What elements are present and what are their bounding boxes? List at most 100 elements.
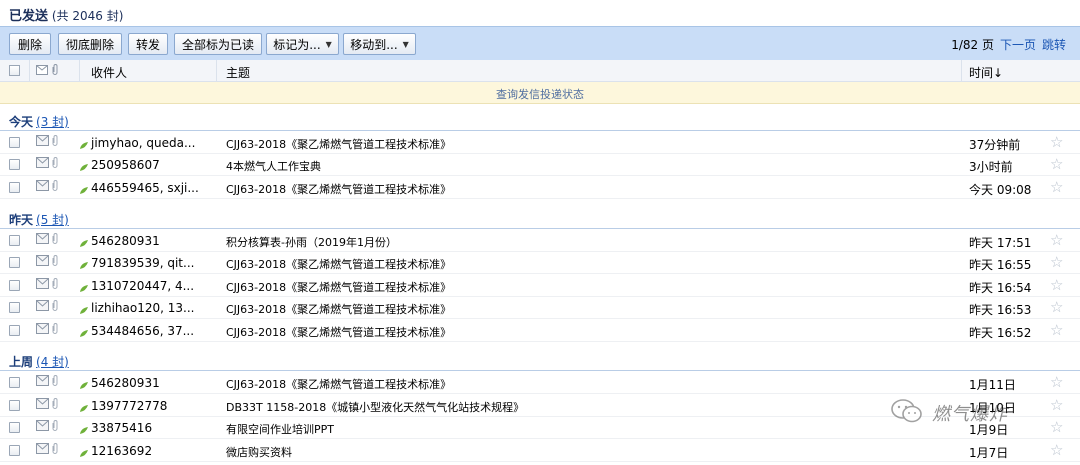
subject-link[interactable]: CJJ63-2018《聚乙烯燃气管道工程技术标准》 bbox=[226, 256, 451, 272]
star-icon[interactable]: ☆ bbox=[1050, 276, 1063, 294]
time: 昨天 17:51 bbox=[969, 236, 1032, 250]
subject-link[interactable]: 微店购买资料 bbox=[226, 444, 292, 460]
delete-button[interactable]: 删除 bbox=[9, 33, 51, 55]
toolbar: 删除 彻底删除 转发 全部标为已读 标记为... ▼ 移动到... ▼ 1/82 页… bbox=[0, 26, 1080, 60]
column-recipient[interactable]: 收件人 bbox=[91, 64, 127, 81]
column-subject[interactable]: 主题 bbox=[226, 64, 250, 81]
paperclip-icon bbox=[52, 278, 58, 292]
green-dot-icon bbox=[80, 447, 88, 457]
star-icon[interactable]: ☆ bbox=[1050, 396, 1063, 414]
subject-link[interactable]: CJJ63-2018《聚乙烯燃气管道工程技术标准》 bbox=[226, 279, 451, 295]
chevron-down-icon: ▼ bbox=[325, 39, 332, 49]
star-icon[interactable]: ☆ bbox=[1050, 373, 1063, 391]
group-header-last-week: 上周 (4 封) bbox=[0, 348, 1080, 371]
star-icon[interactable]: ☆ bbox=[1050, 418, 1063, 436]
star-icon[interactable]: ☆ bbox=[1050, 321, 1063, 339]
page-info: 1/82 页 bbox=[951, 38, 994, 52]
star-icon[interactable]: ☆ bbox=[1050, 298, 1063, 316]
row-checkbox[interactable] bbox=[9, 280, 20, 291]
green-dot-icon bbox=[80, 259, 88, 269]
mail-row[interactable]: 546280931 积分核算表-孙雨（2019年1月份） 昨天 17:51 ☆ bbox=[0, 230, 1080, 252]
envelope-icon bbox=[36, 398, 49, 412]
row-checkbox[interactable] bbox=[9, 302, 20, 313]
mail-row[interactable]: 446559465, sxji... CJJ63-2018《聚乙烯燃气管道工程技… bbox=[0, 177, 1080, 199]
row-checkbox[interactable] bbox=[9, 377, 20, 388]
row-checkbox[interactable] bbox=[9, 257, 20, 268]
paperclip-icon bbox=[52, 180, 58, 194]
recipient: 791839539, qit... bbox=[91, 256, 195, 270]
group-header-yesterday: 昨天 (5 封) bbox=[0, 206, 1080, 229]
subject-link[interactable]: 4本燃气人工作宝典 bbox=[226, 158, 321, 174]
mail-row[interactable]: 12163692 微店购买资料 1月7日 ☆ bbox=[0, 440, 1080, 462]
mark-as-dropdown[interactable]: 标记为... ▼ bbox=[266, 33, 339, 55]
green-dot-icon bbox=[80, 184, 88, 194]
envelope-icon bbox=[36, 135, 49, 149]
row-checkbox[interactable] bbox=[9, 182, 20, 193]
recipient: 250958607 bbox=[91, 158, 160, 172]
star-icon[interactable]: ☆ bbox=[1050, 441, 1063, 459]
envelope-icon bbox=[36, 64, 48, 78]
star-icon[interactable]: ☆ bbox=[1050, 178, 1063, 196]
star-icon[interactable]: ☆ bbox=[1050, 155, 1063, 173]
subject-link[interactable]: 有限空间作业培训PPT bbox=[226, 421, 334, 437]
mail-row[interactable]: 791839539, qit... CJJ63-2018《聚乙烯燃气管道工程技术… bbox=[0, 252, 1080, 274]
time: 1月7日 bbox=[969, 446, 1009, 460]
star-icon[interactable]: ☆ bbox=[1050, 133, 1063, 151]
mail-row[interactable]: 546280931 CJJ63-2018《聚乙烯燃气管道工程技术标准》 1月11… bbox=[0, 372, 1080, 394]
recipient: lizhihao120, 13... bbox=[91, 301, 195, 315]
subject-link[interactable]: CJJ63-2018《聚乙烯燃气管道工程技术标准》 bbox=[226, 324, 451, 340]
mail-row[interactable]: 1310720447, 4... CJJ63-2018《聚乙烯燃气管道工程技术标… bbox=[0, 275, 1080, 297]
delivery-status-link[interactable]: 查询发信投递状态 bbox=[0, 82, 1080, 104]
mail-row[interactable]: lizhihao120, 13... CJJ63-2018《聚乙烯燃气管道工程技… bbox=[0, 297, 1080, 319]
star-icon[interactable]: ☆ bbox=[1050, 231, 1063, 249]
group-count-link[interactable]: (4 封) bbox=[36, 355, 69, 369]
column-header-row: 收件人 主题 时间↓ bbox=[0, 60, 1080, 82]
jump-link[interactable]: 跳转 bbox=[1042, 38, 1066, 52]
subject-link[interactable]: CJJ63-2018《聚乙烯燃气管道工程技术标准》 bbox=[226, 181, 451, 197]
group-count-link[interactable]: (5 封) bbox=[36, 213, 69, 227]
row-checkbox[interactable] bbox=[9, 445, 20, 456]
green-dot-icon bbox=[80, 304, 88, 314]
subject-link[interactable]: CJJ63-2018《聚乙烯燃气管道工程技术标准》 bbox=[226, 301, 451, 317]
time: 今天 09:08 bbox=[969, 183, 1032, 197]
delete-permanent-button[interactable]: 彻底删除 bbox=[58, 33, 122, 55]
wechat-logo-icon bbox=[890, 398, 924, 427]
forward-button[interactable]: 转发 bbox=[128, 33, 168, 55]
folder-title-bar: 已发送 (共 2046 封) bbox=[0, 0, 1080, 26]
recipient: 546280931 bbox=[91, 234, 160, 248]
paperclip-icon bbox=[52, 157, 58, 171]
group-name: 今天 bbox=[9, 115, 34, 129]
row-checkbox[interactable] bbox=[9, 137, 20, 148]
row-checkbox[interactable] bbox=[9, 422, 20, 433]
green-dot-icon bbox=[80, 327, 88, 337]
envelope-icon bbox=[36, 233, 49, 247]
paperclip-icon bbox=[52, 420, 58, 434]
move-to-dropdown[interactable]: 移动到... ▼ bbox=[343, 33, 416, 55]
paperclip-icon bbox=[52, 255, 58, 269]
column-time[interactable]: 时间↓ bbox=[969, 64, 1003, 81]
group-count-link[interactable]: (3 封) bbox=[36, 115, 69, 129]
subject-link[interactable]: CJJ63-2018《聚乙烯燃气管道工程技术标准》 bbox=[226, 376, 451, 392]
select-all-checkbox[interactable] bbox=[9, 65, 20, 76]
green-dot-icon bbox=[80, 237, 88, 247]
row-checkbox[interactable] bbox=[9, 159, 20, 170]
envelope-icon bbox=[36, 300, 49, 314]
paperclip-icon bbox=[52, 323, 58, 337]
mark-all-read-button[interactable]: 全部标为已读 bbox=[174, 33, 262, 55]
subject-link[interactable]: CJJ63-2018《聚乙烯燃气管道工程技术标准》 bbox=[226, 136, 451, 152]
row-checkbox[interactable] bbox=[9, 325, 20, 336]
green-dot-icon bbox=[80, 402, 88, 412]
paperclip-icon bbox=[52, 64, 58, 78]
mail-row[interactable]: jimyhao, queda... CJJ63-2018《聚乙烯燃气管道工程技术… bbox=[0, 132, 1080, 154]
paperclip-icon bbox=[52, 135, 58, 149]
subject-link[interactable]: 积分核算表-孙雨（2019年1月份） bbox=[226, 234, 397, 250]
row-checkbox[interactable] bbox=[9, 400, 20, 411]
subject-link[interactable]: DB33T 1158-2018《城镇小型液化天然气气化站技术规程》 bbox=[226, 399, 524, 415]
mail-row[interactable]: 534484656, 37... CJJ63-2018《聚乙烯燃气管道工程技术标… bbox=[0, 320, 1080, 342]
next-page-link[interactable]: 下一页 bbox=[1000, 38, 1036, 52]
row-checkbox[interactable] bbox=[9, 235, 20, 246]
star-icon[interactable]: ☆ bbox=[1050, 253, 1063, 271]
mail-row[interactable]: 250958607 4本燃气人工作宝典 3小时前 ☆ bbox=[0, 154, 1080, 176]
recipient: jimyhao, queda... bbox=[91, 136, 196, 150]
time: 37分钟前 bbox=[969, 138, 1021, 152]
